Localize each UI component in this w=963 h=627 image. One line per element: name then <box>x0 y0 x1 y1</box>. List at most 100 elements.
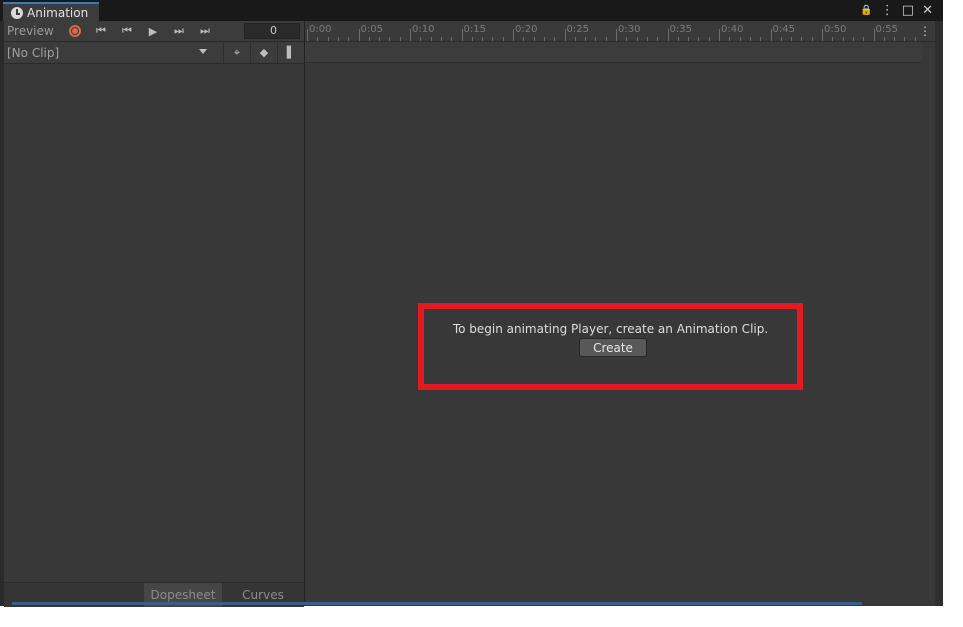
ruler-minor-tick <box>399 37 401 41</box>
ruler-minor-tick <box>327 37 329 41</box>
previous-keyframe-button[interactable]: ⏮ <box>114 21 140 41</box>
ruler-minor-tick <box>904 37 906 41</box>
first-keyframe-button[interactable]: ⏮ <box>88 21 114 41</box>
ruler-minor-tick <box>523 37 525 41</box>
ruler-minor-tick <box>863 37 865 41</box>
ruler-minor-tick <box>626 37 628 41</box>
ruler-major-tick <box>719 29 720 41</box>
ruler-tick-label: 0:00 <box>309 24 332 35</box>
window-controls: 🔒 ⋮ □ ✕ <box>860 2 933 19</box>
play-icon: ▶ <box>148 24 158 38</box>
ruler-minor-tick <box>842 37 844 41</box>
ruler-minor-tick <box>492 37 494 41</box>
ruler-minor-tick <box>801 37 803 41</box>
ruler-tick-label: 0:50 <box>824 24 847 35</box>
ruler-minor-tick <box>708 37 710 41</box>
create-button[interactable]: Create <box>579 338 647 357</box>
clip-toolbar: [No Clip] ⌖ ◆ ▌ <box>4 42 304 64</box>
frame-field[interactable]: 0 <box>244 23 300 39</box>
ruler-minor-tick <box>698 37 700 41</box>
empty-state-highlight: To begin animating Player, create an Ani… <box>418 303 803 390</box>
ruler-minor-tick <box>914 37 916 41</box>
time-ruler[interactable]: 0:00 0:05 0:10 0:15 0:20 0:25 0:30 0:35 0:40 0:45… <box>305 21 935 42</box>
ruler-tick-label: 0:25 <box>566 24 589 35</box>
ruler-minor-tick <box>688 37 690 41</box>
ruler-minor-tick <box>677 37 679 41</box>
ruler-major-tick <box>461 29 463 41</box>
chevron-down-icon <box>199 48 207 54</box>
ruler-minor-tick <box>430 37 432 41</box>
add-keyframe-icon: ◆ <box>259 46 269 59</box>
add-event-button[interactable]: ▌ <box>277 42 304 63</box>
ruler-minor-tick <box>574 37 576 41</box>
crosshair-icon: ⌖ <box>233 45 241 59</box>
ruler-minor-tick <box>791 37 793 41</box>
left-panel: Preview ⏮ ⏮ ▶ ⏭ ⏭ 0 [No Clip] ⌖ ◆ ▌ Dope… <box>4 21 305 607</box>
ruler-tick-label: 0:55 <box>875 24 898 35</box>
bottom-accent-bar <box>12 602 862 605</box>
ruler-tick-label: 0:05 <box>360 24 383 35</box>
empty-state-message: To begin animating Player, create an Ani… <box>452 322 769 336</box>
ruler-tick-label: 0:35 <box>669 24 692 35</box>
ruler-minor-tick <box>337 37 339 41</box>
ruler-major-tick <box>307 29 308 41</box>
lock-icon[interactable]: 🔒 <box>860 2 872 19</box>
ruler-tick-label: 0:10 <box>412 24 435 35</box>
ruler-minor-tick <box>657 37 659 41</box>
record-button[interactable] <box>62 21 88 41</box>
ruler-tick-label: 0:45 <box>772 24 795 35</box>
ruler-tick-label: 0:15 <box>463 24 486 35</box>
playback-toolbar: Preview ⏮ ⏮ ▶ ⏭ ⏭ 0 <box>4 21 304 42</box>
close-icon[interactable]: ✕ <box>922 2 933 19</box>
ruler-minor-tick <box>739 37 741 41</box>
filter-keyframes-button[interactable]: ⌖ <box>223 42 250 63</box>
ruler-minor-tick <box>482 37 484 41</box>
preview-button[interactable]: Preview <box>4 24 62 38</box>
last-keyframe-icon: ⏭ <box>200 24 210 37</box>
ruler-minor-tick <box>543 37 545 41</box>
first-keyframe-icon: ⏮ <box>96 24 106 37</box>
ruler-minor-tick <box>749 37 751 41</box>
tab-title: Animation <box>27 5 89 20</box>
add-keyframe-button[interactable]: ◆ <box>250 42 277 63</box>
ruler-major-tick <box>822 29 823 41</box>
ruler-major-tick <box>410 29 411 41</box>
ruler-tick-label: 0:30 <box>618 24 641 35</box>
tab-animation[interactable]: Animation <box>3 2 99 21</box>
ruler-minor-tick <box>368 37 370 41</box>
ruler-minor-tick <box>533 37 535 41</box>
ruler-tick-label: 0:40 <box>721 24 744 35</box>
event-row[interactable] <box>305 42 922 63</box>
ruler-minor-tick <box>605 37 607 41</box>
more-icon[interactable]: ⋮ <box>881 2 894 19</box>
add-event-icon: ▌ <box>286 46 296 59</box>
ruler-minor-tick <box>317 37 319 41</box>
ruler-minor-tick <box>554 37 556 41</box>
ruler-major-tick <box>873 29 875 41</box>
ruler-minor-tick <box>883 37 885 41</box>
ruler-minor-tick <box>471 37 473 41</box>
ruler-tick-label: 0:20 <box>515 24 538 35</box>
ruler-minor-tick <box>389 37 391 41</box>
ruler-minor-tick <box>646 37 648 41</box>
ruler-minor-tick <box>595 37 597 41</box>
ruler-minor-tick <box>451 37 453 41</box>
last-keyframe-button[interactable]: ⏭ <box>192 21 218 41</box>
tab-bar: Animation 🔒 ⋮ □ ✕ <box>0 0 943 21</box>
ruler-minor-tick <box>636 37 638 41</box>
clip-selector-value: [No Clip] <box>7 45 60 60</box>
ruler-more-icon[interactable]: ⋮ <box>919 24 931 38</box>
ruler-major-tick <box>667 29 669 41</box>
ruler-major-tick <box>564 29 566 41</box>
maximize-icon[interactable]: □ <box>902 2 914 19</box>
animation-clock-icon <box>11 6 23 19</box>
next-keyframe-button[interactable]: ⏭ <box>166 21 192 41</box>
ruler-minor-tick <box>379 37 381 41</box>
play-button[interactable]: ▶ <box>140 21 166 41</box>
ruler-minor-tick <box>852 37 854 41</box>
clip-selector[interactable]: [No Clip] <box>4 46 207 60</box>
ruler-minor-tick <box>760 37 762 41</box>
ruler-major-tick <box>358 29 360 41</box>
ruler-minor-tick <box>502 37 504 41</box>
previous-keyframe-icon: ⏮ <box>122 24 132 37</box>
